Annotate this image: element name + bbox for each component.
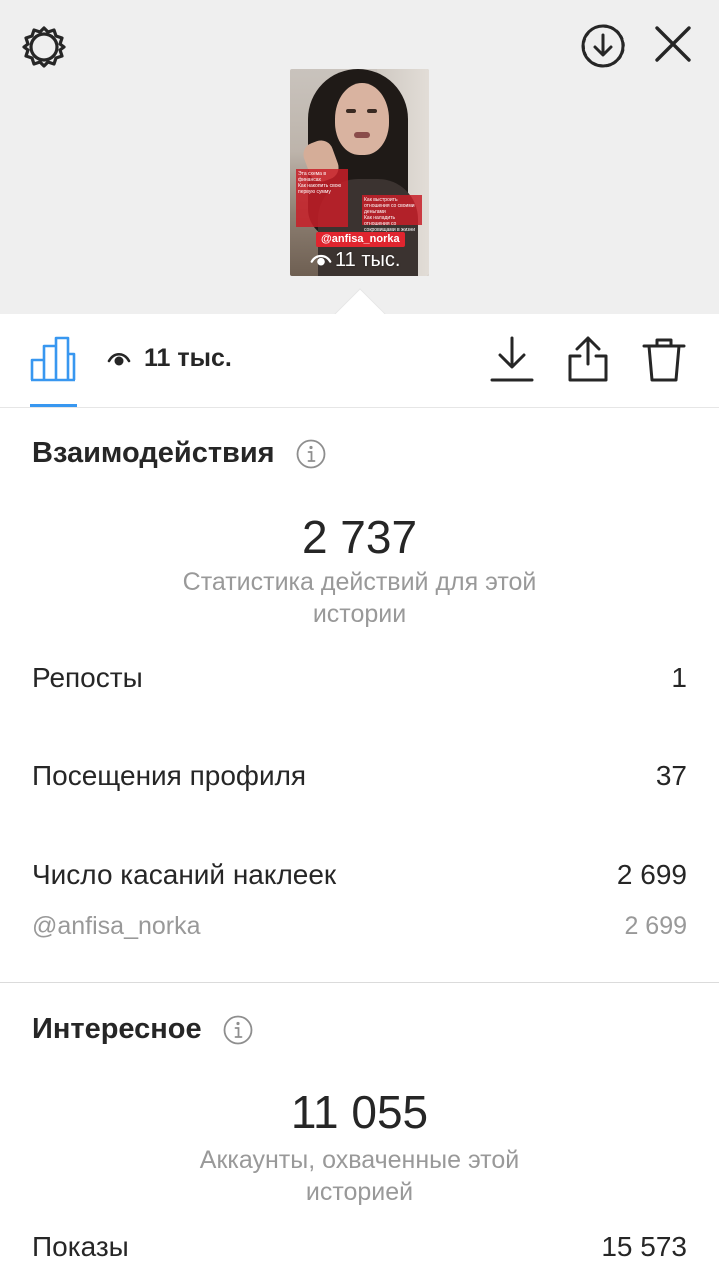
stat-value: 37 xyxy=(655,760,687,791)
discovery-caption: Аккаунты, охваченные этой историей xyxy=(199,1146,520,1206)
note-text: Как выстроить отношения со своими деньга… xyxy=(364,197,415,215)
trash-icon[interactable] xyxy=(640,334,688,384)
discovery-title-text: Интересное xyxy=(32,1013,202,1045)
stat-value: 2 699 xyxy=(616,859,687,890)
discovery-title: Интересное xyxy=(32,1013,254,1046)
mention-sticker: @anfisa_norka xyxy=(316,232,405,247)
views-count: 11 тыс. xyxy=(144,344,232,372)
note-text: Эта схема в финансах xyxy=(298,171,326,183)
note-text: Как накопить свою первую сумму xyxy=(298,183,342,195)
story-thumbnail[interactable]: Эта схема в финансах Как накопить свою п… xyxy=(290,69,429,276)
stat-row-reposts: Репосты 1 xyxy=(32,662,687,694)
thumbnail-note: Эта схема в финансах Как накопить свою п… xyxy=(296,169,348,227)
settings-icon[interactable] xyxy=(20,23,68,71)
info-icon[interactable] xyxy=(222,1014,254,1046)
stat-label: Посещения профиля xyxy=(32,760,307,791)
thumbnail-note: Как выстроить отношения со своими деньга… xyxy=(362,195,422,233)
eye-icon xyxy=(310,254,332,266)
section-divider xyxy=(0,982,719,983)
thumbnail-views: 11 тыс. xyxy=(310,249,400,271)
interactions-total: 2 737 xyxy=(301,511,418,563)
stat-label: Число касаний наклеек xyxy=(32,859,337,890)
interactions-title-text: Взаимодействия xyxy=(32,437,275,469)
close-icon[interactable] xyxy=(651,22,695,66)
stat-value: 1 xyxy=(671,662,687,693)
stat-row-mention-sticker: @anfisa_norka 2 699 xyxy=(32,912,687,941)
stat-row-impressions: Показы 15 573 xyxy=(32,1231,687,1263)
thumbnail-mouth xyxy=(354,132,370,138)
interactions-caption: Статистика действий для этой истории xyxy=(182,568,537,628)
thumbnail-face xyxy=(335,83,389,155)
views-summary: 11 тыс. xyxy=(106,344,232,373)
story-toolbar: 11 тыс. xyxy=(0,314,719,408)
story-preview-area: Эта схема в финансах Как накопить свою п… xyxy=(0,0,719,314)
interactions-title: Взаимодействия xyxy=(32,437,327,470)
discovery-total: 11 055 xyxy=(290,1086,429,1138)
stat-row-profile-visits: Посещения профиля 37 xyxy=(32,760,687,792)
thumbnail-views-count: 11 тыс. xyxy=(335,249,401,271)
share-icon[interactable] xyxy=(564,334,612,384)
stat-row-sticker-taps: Число касаний наклеек 2 699 xyxy=(32,859,687,891)
info-icon[interactable] xyxy=(295,438,327,470)
stat-label: Показы xyxy=(32,1231,129,1262)
insights-bar-icon[interactable] xyxy=(30,336,76,382)
active-tab-indicator xyxy=(30,404,77,407)
note-text: Как наладить отношения со сокровищами в … xyxy=(364,215,416,233)
stat-sub-value: 2 699 xyxy=(624,912,687,940)
thumbnail-eye xyxy=(346,109,356,113)
download-icon[interactable] xyxy=(488,334,536,384)
eye-icon xyxy=(107,352,131,365)
stat-value: 15 573 xyxy=(601,1231,687,1262)
thumbnail-eye xyxy=(367,109,377,113)
stat-label: Репосты xyxy=(32,662,143,693)
stat-sub-label: @anfisa_norka xyxy=(32,912,201,940)
download-circle-icon[interactable] xyxy=(579,22,627,70)
